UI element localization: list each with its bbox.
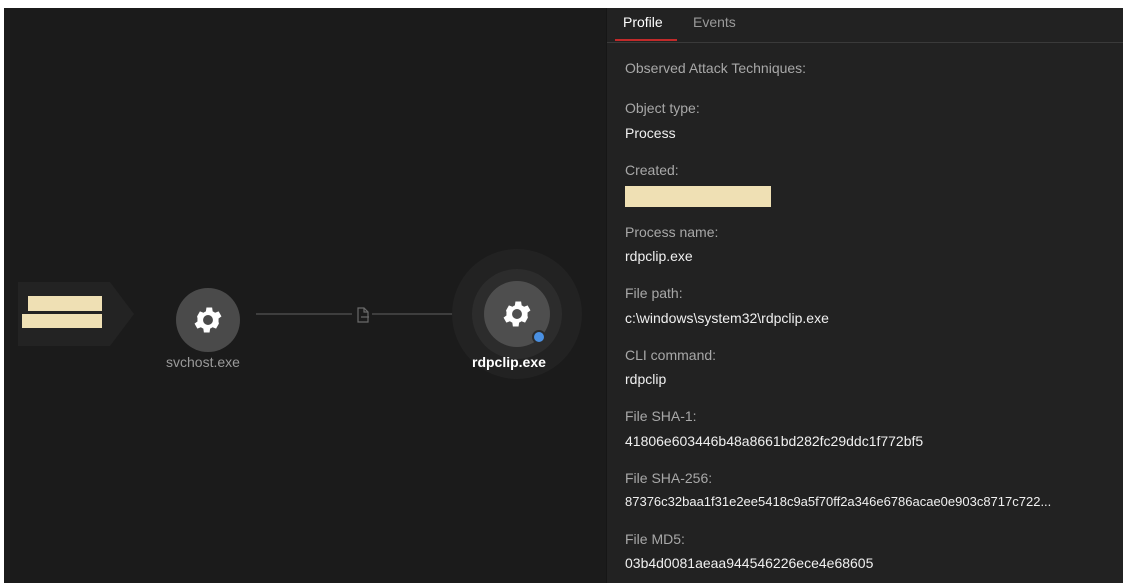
sha256-label: File SHA-256: bbox=[625, 470, 713, 486]
investigation-view: svchost.exe rdpclip.exe Profile Events O… bbox=[4, 8, 1123, 583]
object-type-value: Process bbox=[625, 125, 676, 141]
details-panel: Profile Events Observed Attack Technique… bbox=[606, 8, 1123, 583]
svchost-node-label: svchost.exe bbox=[166, 354, 240, 370]
sha256-value: 87376c32baa1f31e2ee5418c9a5f70ff2a346e67… bbox=[625, 494, 1052, 509]
sha1-label: File SHA-1: bbox=[625, 408, 697, 424]
cli-command-label: CLI command: bbox=[625, 347, 717, 363]
sha1-value: 41806e603446b48a8661bd282fc29ddc1f772bf5 bbox=[625, 433, 924, 449]
active-tab-indicator bbox=[615, 39, 677, 41]
process-graph-canvas[interactable]: svchost.exe rdpclip.exe bbox=[4, 8, 606, 583]
redacted-parent-label-line-2 bbox=[22, 314, 102, 328]
file-path-value: c:\windows\system32\rdpclip.exe bbox=[625, 310, 829, 326]
tab-events[interactable]: Events bbox=[693, 14, 736, 30]
tab-profile[interactable]: Profile bbox=[623, 14, 663, 30]
gear-icon bbox=[503, 301, 531, 327]
gear-icon bbox=[194, 307, 222, 333]
md5-value: 03b4d0081aeaa944546226ece4e68605 bbox=[625, 555, 874, 571]
status-dot-icon bbox=[532, 330, 546, 344]
rdpclip-node-label: rdpclip.exe bbox=[472, 354, 546, 370]
process-name-value: rdpclip.exe bbox=[625, 248, 693, 264]
process-name-label: Process name: bbox=[625, 224, 719, 240]
object-type-label: Object type: bbox=[625, 100, 700, 116]
cli-command-value: rdpclip bbox=[625, 371, 667, 387]
file-path-label: File path: bbox=[625, 285, 683, 301]
redacted-parent-label-line-1 bbox=[28, 296, 102, 311]
svchost-node[interactable] bbox=[176, 288, 240, 352]
tab-bar: Profile Events bbox=[607, 8, 1123, 43]
redacted-created-value bbox=[625, 186, 771, 207]
created-label: Created: bbox=[625, 162, 679, 178]
file-icon bbox=[357, 307, 369, 323]
observed-attack-techniques-heading: Observed Attack Techniques: bbox=[625, 60, 807, 76]
md5-label: File MD5: bbox=[625, 531, 685, 547]
